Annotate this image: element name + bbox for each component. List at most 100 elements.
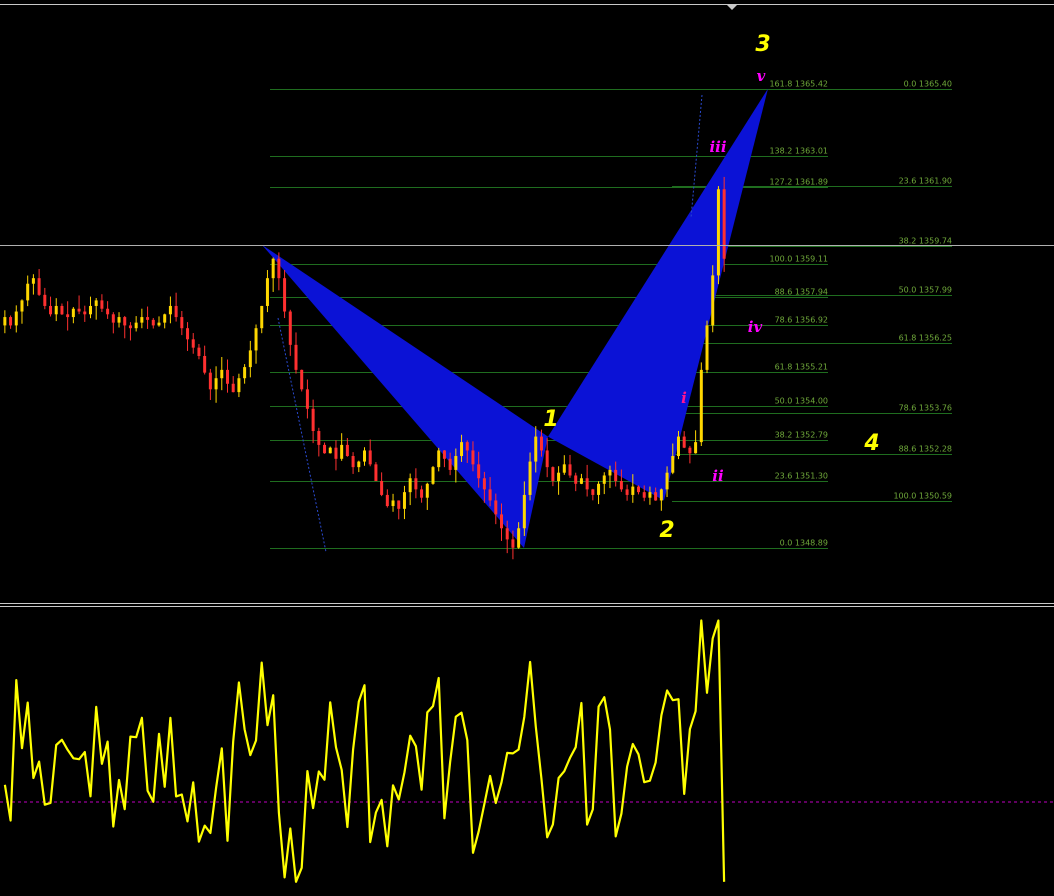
- fib-left-label: 38.2 1352.79: [775, 431, 828, 440]
- fib-left-label: 127.2 1361.89: [769, 178, 828, 187]
- candle-body: [699, 369, 703, 443]
- candle-body: [705, 325, 709, 370]
- fib-right-label: 61.8 1356.25: [899, 334, 952, 343]
- candle-body: [688, 447, 692, 454]
- candle-body: [676, 436, 680, 457]
- candle-body: [534, 436, 538, 462]
- candle-body: [482, 478, 486, 490]
- candle-body: [43, 294, 47, 306]
- candle-body: [562, 464, 566, 473]
- candle-body: [186, 328, 190, 340]
- fib-left-label: 100.0 1359.11: [769, 255, 828, 264]
- candle-body: [174, 305, 178, 318]
- candle-body: [163, 314, 167, 323]
- candle-body: [311, 408, 315, 432]
- candle-body: [568, 464, 572, 476]
- candle-body: [3, 317, 7, 326]
- candle-body: [363, 450, 366, 462]
- wave-label-v: v: [757, 67, 766, 85]
- candle-body: [511, 539, 515, 548]
- candle-body: [631, 486, 635, 495]
- candle-body: [71, 308, 75, 318]
- candle-body: [334, 447, 338, 459]
- chart-window: 161.8 1365.42 138.2 1363.01 127.2 1361.89 1…: [0, 0, 1054, 896]
- candle-body: [648, 492, 652, 498]
- candle-body: [528, 461, 532, 495]
- candle-body: [351, 456, 355, 468]
- fib-right-label: 88.6 1352.28: [899, 445, 952, 454]
- candle-body: [225, 369, 229, 384]
- fib-right-label: 38.2 1359.74: [899, 237, 952, 246]
- candle-body: [283, 278, 287, 312]
- candle-body: [671, 456, 675, 473]
- candle-body: [31, 278, 35, 284]
- candle-body: [260, 305, 264, 329]
- candle-body: [408, 478, 412, 493]
- fib-left-label: 0.0 1348.89: [780, 539, 828, 548]
- candle-body: [380, 481, 384, 495]
- candle-body: [665, 472, 669, 490]
- candle-body: [254, 328, 258, 351]
- fib-right-label: 100.0 1350.59: [893, 492, 952, 501]
- candle-body: [431, 467, 435, 484]
- candle-body: [374, 464, 378, 482]
- fib-right-label: 78.6 1353.76: [899, 404, 952, 413]
- candle-body: [642, 492, 646, 498]
- candle-body: [100, 300, 104, 309]
- wave-label-iv: iv: [748, 318, 763, 336]
- candle-body: [340, 444, 344, 459]
- fib-right-label: 0.0 1365.40: [904, 80, 952, 89]
- fib-left-label: 138.2 1363.01: [769, 147, 828, 156]
- candle-body: [500, 514, 504, 529]
- candle-body: [305, 389, 309, 409]
- fib-left-label: 61.8 1355.21: [775, 363, 828, 372]
- candle-body: [66, 314, 70, 318]
- candle-body: [385, 494, 389, 507]
- candle-body: [60, 305, 64, 315]
- candle-body: [614, 469, 618, 482]
- wave-label-i: i: [681, 389, 687, 407]
- candle-body: [146, 317, 150, 320]
- candle-body: [539, 436, 543, 451]
- candle-body: [488, 489, 492, 501]
- candle-body: [420, 489, 424, 498]
- candle-body: [711, 275, 715, 326]
- candle-body: [191, 339, 195, 348]
- candle-body: [585, 478, 589, 490]
- candle-body: [134, 322, 138, 329]
- fib-left-label: 161.8 1365.42: [769, 80, 828, 89]
- candle-body: [265, 278, 269, 306]
- candle-body: [26, 283, 30, 301]
- candle-body: [317, 431, 321, 445]
- candle-body: [168, 305, 172, 315]
- candle-body: [517, 528, 521, 548]
- candle-body: [271, 258, 275, 279]
- candle-body: [151, 319, 155, 326]
- fib-right-label: 23.6 1361.90: [899, 177, 952, 186]
- candle-body: [597, 483, 601, 495]
- candle-body: [460, 442, 464, 457]
- wave-label-3: 3: [755, 32, 770, 57]
- candle-body: [94, 300, 98, 306]
- candle-body: [288, 311, 292, 345]
- candle-body: [106, 308, 110, 315]
- candle-body: [505, 528, 509, 540]
- candle-body: [37, 278, 41, 295]
- candle-body: [140, 317, 144, 323]
- wave-label-1: 1: [543, 407, 558, 432]
- candle-body: [574, 475, 578, 484]
- candle-body: [471, 450, 475, 465]
- wave-label-ii: ii: [712, 467, 724, 485]
- candle-body: [20, 300, 24, 312]
- candle-body: [414, 478, 418, 490]
- candle-body: [128, 325, 132, 329]
- candle-body: [659, 489, 663, 501]
- candle-body: [54, 305, 58, 315]
- candle-body: [448, 458, 452, 470]
- candle-body: [77, 308, 81, 312]
- wave-label-iii: iii: [709, 138, 726, 156]
- candle-body: [694, 442, 698, 454]
- candle-body: [243, 367, 247, 379]
- candle-body: [602, 475, 606, 484]
- candle-body: [357, 461, 361, 468]
